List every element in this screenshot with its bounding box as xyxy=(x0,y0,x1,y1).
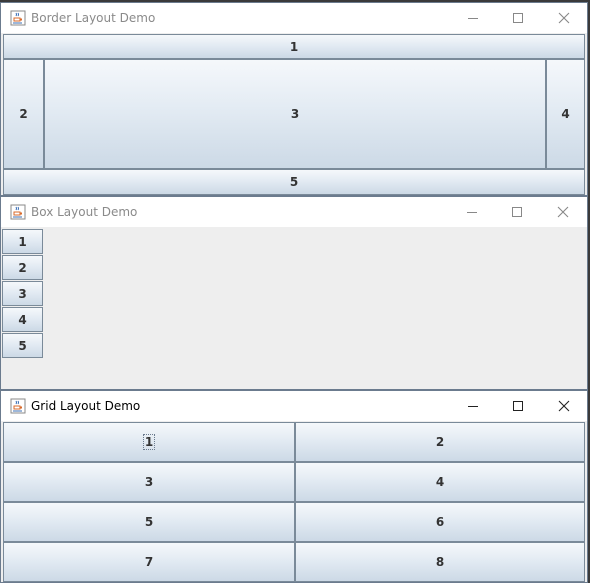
border-layout-content: 1 2 3 4 5 xyxy=(1,34,587,195)
minimize-icon[interactable] xyxy=(450,391,496,421)
minimize-icon[interactable] xyxy=(450,3,496,33)
close-icon[interactable] xyxy=(540,197,586,227)
window-title: Grid Layout Demo xyxy=(31,399,141,413)
title-bar[interactable]: Grid Layout Demo xyxy=(1,391,587,421)
box-button-2[interactable]: 2 xyxy=(2,255,43,280)
border-layout-window: Border Layout Demo 1 2 3 4 5 xyxy=(0,2,588,196)
grid-layout-content: 1 2 3 4 5 6 7 8 xyxy=(1,422,587,582)
grid-layout-window: Grid Layout Demo 1 2 3 4 5 6 7 8 xyxy=(0,390,588,583)
grid-button-8[interactable]: 8 xyxy=(295,542,585,582)
title-bar[interactable]: Border Layout Demo xyxy=(1,3,587,33)
window-title: Box Layout Demo xyxy=(31,205,138,219)
minimize-icon[interactable] xyxy=(449,197,495,227)
window-title: Border Layout Demo xyxy=(31,11,156,25)
north-button[interactable]: 1 xyxy=(3,34,585,59)
title-bar[interactable]: Box Layout Demo xyxy=(1,197,587,227)
java-cup-icon xyxy=(10,204,26,220)
grid-button-6[interactable]: 6 xyxy=(295,502,585,542)
box-layout-window: Box Layout Demo 1 2 3 4 5 xyxy=(0,196,588,390)
close-icon[interactable] xyxy=(541,3,587,33)
east-button[interactable]: 4 xyxy=(546,59,585,169)
grid-button-1-label: 1 xyxy=(142,434,156,450)
box-button-5[interactable]: 5 xyxy=(2,333,43,358)
grid-button-2[interactable]: 2 xyxy=(295,422,585,462)
grid-button-5[interactable]: 5 xyxy=(3,502,295,542)
west-button[interactable]: 2 xyxy=(3,59,44,169)
center-button[interactable]: 3 xyxy=(44,59,546,169)
south-button[interactable]: 5 xyxy=(3,169,585,195)
grid-button-7[interactable]: 7 xyxy=(3,542,295,582)
maximize-icon[interactable] xyxy=(494,197,540,227)
box-button-1[interactable]: 1 xyxy=(2,229,43,254)
java-cup-icon xyxy=(10,10,26,26)
maximize-icon[interactable] xyxy=(495,391,541,421)
grid-button-3[interactable]: 3 xyxy=(3,462,295,502)
java-cup-icon xyxy=(10,398,26,414)
box-layout-content: 1 2 3 4 5 xyxy=(1,228,587,389)
box-button-3[interactable]: 3 xyxy=(2,281,43,306)
grid-button-1[interactable]: 1 xyxy=(3,422,295,462)
maximize-icon[interactable] xyxy=(495,3,541,33)
grid-button-4[interactable]: 4 xyxy=(295,462,585,502)
box-button-4[interactable]: 4 xyxy=(2,307,43,332)
close-icon[interactable] xyxy=(541,391,587,421)
